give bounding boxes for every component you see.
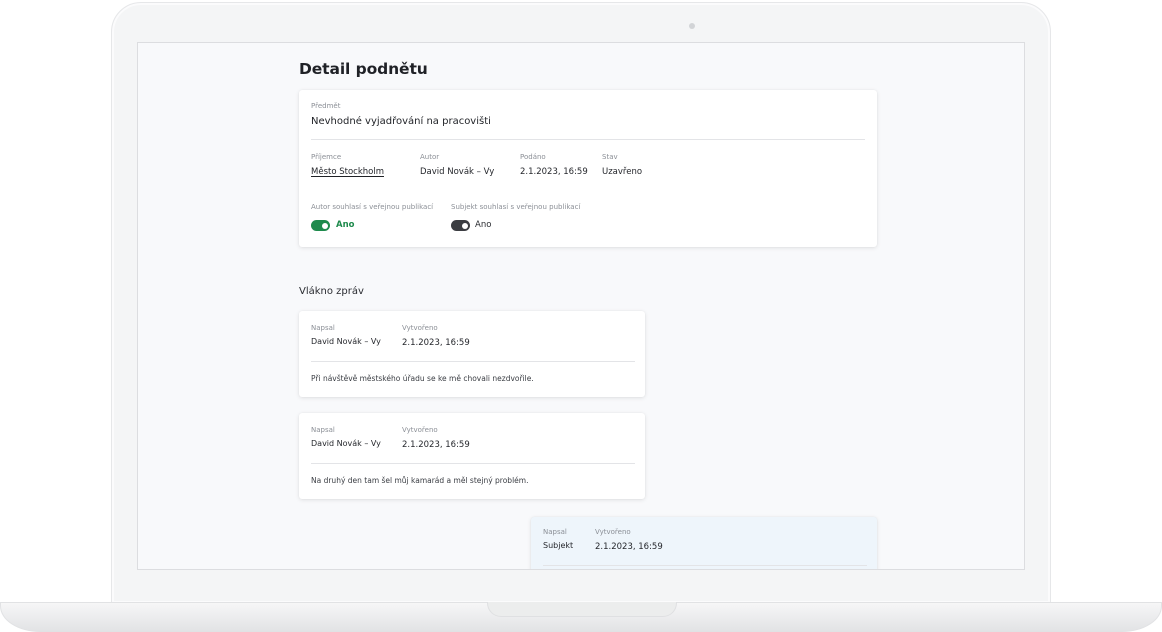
created-label: Vytvořeno [402,426,438,434]
page-title: Detail podnětu [299,60,428,78]
written-by-value: Subjekt [543,541,574,550]
written-by-label: Napsal [311,324,335,332]
message-divider [311,463,635,464]
subject-consent-toggle [451,220,470,231]
message-card: Napsal David Novák – Vy Vytvořeno 2.1.20… [299,311,645,397]
screen: Detail podnětu Předmět Nevhodné vyjadřov… [137,42,1025,570]
message-card: Napsal David Novák – Vy Vytvořeno 2.1.20… [299,413,645,499]
toggle-knob [322,222,328,229]
subject-title: Nevhodné vyjadřování na pracovišti [311,116,491,127]
thread-title: Vlákno zpráv [299,286,364,297]
status-value: Uzavřeno [602,167,643,177]
subject-label: Předmět [311,102,341,110]
created-value: 2.1.2023, 16:59 [402,338,470,348]
detail-divider [311,139,865,140]
camera-icon [689,23,695,29]
created-value: 2.1.2023, 16:59 [402,440,470,450]
toggle-knob [462,222,468,229]
written-by-label: Napsal [543,528,567,536]
author-consent-label: Autor souhlasí s veřejnou publikací [311,203,434,211]
recipient-label: Příjemce [311,153,342,161]
subject-consent-label: Subjekt souhlasí s veřejnou publikací [451,203,581,211]
subject-consent-value: Ano [475,220,492,230]
submitted-value: 2.1.2023, 16:59 [520,167,588,177]
message-divider [311,361,635,362]
message-text: Při návštěvě městského úřadu se ke mě ch… [311,374,534,383]
detail-card: Předmět Nevhodné vyjadřování na pracoviš… [299,90,877,247]
created-label: Vytvořeno [402,324,438,332]
written-by-label: Napsal [311,426,335,434]
submitted-label: Podáno [520,153,546,161]
written-by-value: David Novák – Vy [311,439,381,448]
recipient-link[interactable]: Město Stockholm [311,167,394,177]
author-consent-toggle[interactable] [311,220,330,231]
message-text: Na druhý den tam šel můj kamarád a měl s… [311,476,529,485]
written-by-value: David Novák – Vy [311,337,381,346]
created-value: 2.1.2023, 16:59 [595,542,663,552]
created-label: Vytvořeno [595,528,631,536]
message-card-subject: Napsal Subjekt Vytvořeno 2.1.2023, 16:59 [531,517,877,569]
author-consent-value: Ano [336,220,355,230]
message-divider [543,565,867,566]
laptop-notch [487,602,677,617]
status-label: Stav [602,153,618,161]
laptop-base [0,602,1162,632]
author-value: David Novák – Vy [420,167,495,177]
author-label: Autor [420,153,440,161]
